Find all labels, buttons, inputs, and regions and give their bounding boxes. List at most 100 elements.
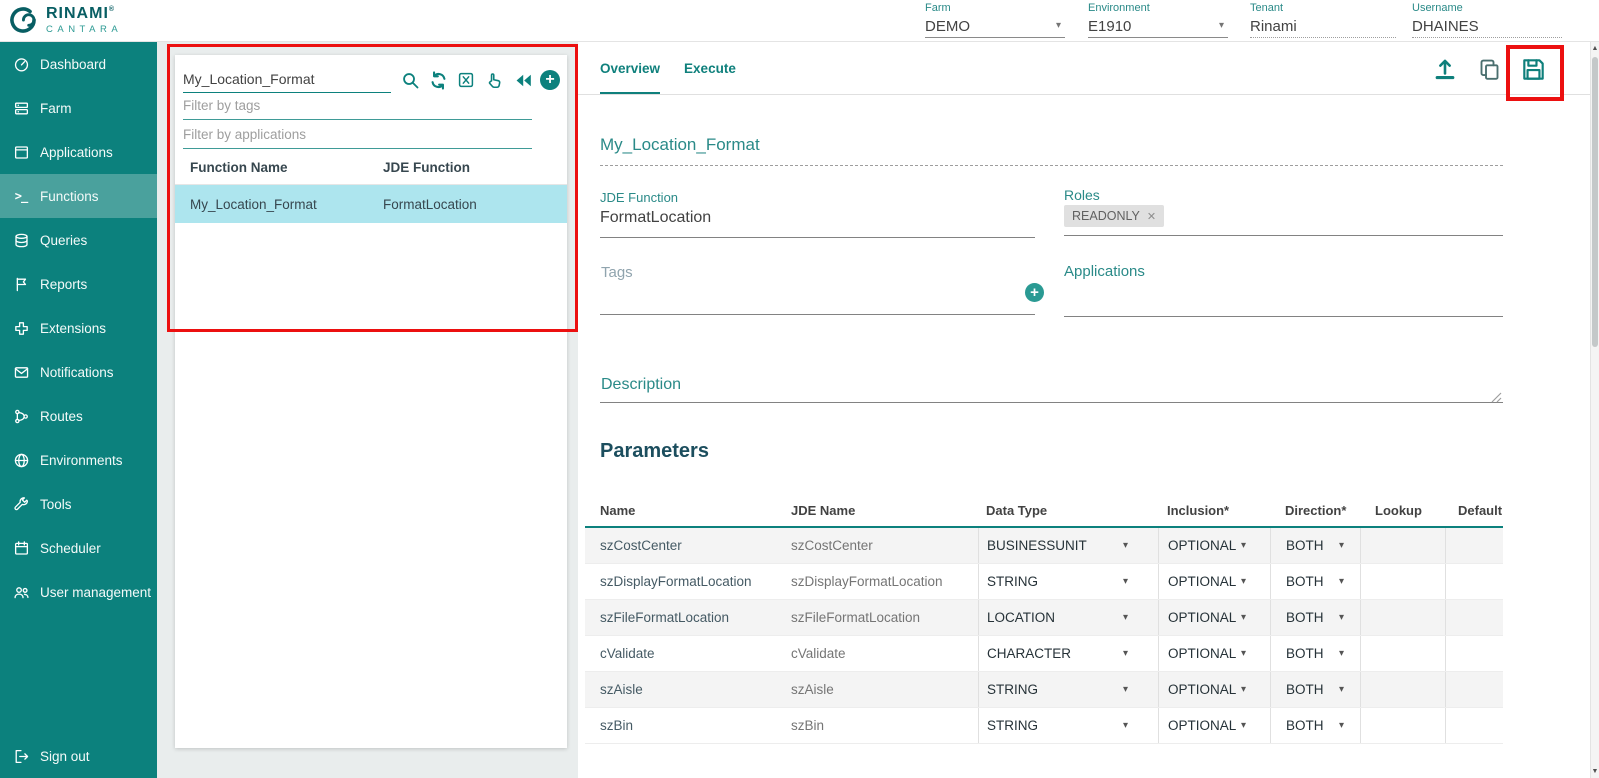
param-name-cell: szAisle [585,672,776,707]
param-default-cell[interactable] [1445,600,1503,635]
parameter-row: szCostCenter szCostCenter BUSINESSUNIT O… [585,528,1503,564]
param-default-cell[interactable] [1445,708,1503,743]
param-lookup-cell[interactable] [1360,708,1445,743]
scrollbar-thumb[interactable] [1592,57,1598,347]
parameters-table: Name JDE Name Data Type Inclusion* Direc… [585,494,1503,744]
param-lookup-cell[interactable] [1360,528,1445,563]
username-value: DHAINES [1412,18,1562,35]
param-data-type-select[interactable]: STRING [978,708,1158,743]
applications-input-underline[interactable] [1064,295,1503,317]
param-jde-name-cell: szFileFormatLocation [776,600,978,635]
farm-select[interactable]: Farm DEMO [925,2,1065,38]
param-jde-name-cell: szAisle [776,672,978,707]
param-direction-select[interactable]: BOTH [1270,672,1360,707]
main-panel: Overview Execute My_Location_Format JDE … [578,42,1590,778]
tags-input-underline[interactable] [600,293,1035,315]
param-direction-select[interactable]: BOTH [1270,564,1360,599]
param-direction-select[interactable]: BOTH [1270,528,1360,563]
param-name-cell: szBin [585,708,776,743]
param-default-cell[interactable] [1445,636,1503,671]
param-default-cell[interactable] [1445,528,1503,563]
upload-button[interactable] [1431,55,1459,83]
overview-content: My_Location_Format JDE Function FormatLo… [578,95,1590,778]
sidebar-item-applications[interactable]: Applications [0,130,157,174]
hand-pointer-button[interactable] [483,69,505,91]
param-lookup-cell[interactable] [1360,564,1445,599]
chevron-down-icon [1339,612,1344,623]
vertical-scrollbar[interactable]: ▲ ▼ [1590,42,1599,778]
parameter-row: szBin szBin STRING OPTIONAL BOTH [585,708,1503,744]
sidebar-item-queries[interactable]: Queries [0,218,157,262]
parameters-heading: Parameters [600,440,709,463]
sidebar-item-reports[interactable]: Reports [0,262,157,306]
param-inclusion-select[interactable]: OPTIONAL [1158,600,1270,635]
plus-icon: + [540,70,560,90]
column-function-name: Function Name [190,160,383,175]
excel-export-button[interactable] [455,69,477,91]
roles-input-underline[interactable] [1064,214,1503,236]
param-direction-select[interactable]: BOTH [1270,708,1360,743]
database-icon [12,231,30,249]
brand-name: RINAMI® [46,6,122,22]
col-default: Default [1445,503,1503,518]
sidebar-item-routes[interactable]: Routes [0,394,157,438]
param-inclusion-select[interactable]: OPTIONAL [1158,708,1270,743]
sidebar-item-dashboard[interactable]: Dashboard [0,42,157,86]
function-search-input[interactable] [183,69,391,93]
param-direction-select[interactable]: BOTH [1270,636,1360,671]
textarea-resize-handle[interactable] [1491,390,1502,401]
parameter-row: szAisle szAisle STRING OPTIONAL BOTH [585,672,1503,708]
description-input-underline[interactable] [600,381,1503,403]
chevron-down-icon [1123,720,1128,731]
add-function-button[interactable]: + [539,69,561,91]
parameter-row: szFileFormatLocation szFileFormatLocatio… [585,600,1503,636]
brand-subname: CANTARA [46,25,122,35]
copy-button[interactable] [1475,55,1503,83]
param-lookup-cell[interactable] [1360,600,1445,635]
environment-value: E1910 [1088,18,1228,35]
sidebar-item-extensions[interactable]: Extensions [0,306,157,350]
sidebar-item-sign-out[interactable]: Sign out [0,734,157,778]
scroll-down-icon[interactable]: ▼ [1591,765,1599,778]
search-button[interactable] [399,69,421,91]
environment-select[interactable]: Environment E1910 [1088,2,1228,38]
sidebar-item-environments[interactable]: Environments [0,438,157,482]
tab-overview[interactable]: Overview [600,42,660,94]
param-inclusion-select[interactable]: OPTIONAL [1158,672,1270,707]
param-default-cell[interactable] [1445,672,1503,707]
sidebar-item-farm[interactable]: Farm [0,86,157,130]
sidebar-item-scheduler[interactable]: Scheduler [0,526,157,570]
param-data-type-select[interactable]: STRING [978,672,1158,707]
param-inclusion-select[interactable]: OPTIONAL [1158,528,1270,563]
username-label: Username [1412,2,1562,14]
rewind-icon[interactable] [511,69,533,91]
environment-label: Environment [1088,2,1228,14]
param-data-type-select[interactable]: CHARACTER [978,636,1158,671]
column-jde-function: JDE Function [383,160,567,175]
scroll-up-icon[interactable]: ▲ [1591,42,1599,55]
sidebar-item-tools[interactable]: Tools [0,482,157,526]
param-inclusion-select[interactable]: OPTIONAL [1158,636,1270,671]
calendar-icon [12,539,30,557]
param-lookup-cell[interactable] [1360,636,1445,671]
sidebar-item-functions[interactable]: >_ Functions [0,174,157,218]
param-default-cell[interactable] [1445,564,1503,599]
username-field: Username DHAINES [1412,2,1562,38]
refresh-button[interactable] [427,69,449,91]
chevron-down-icon [1241,612,1246,623]
filter-by-applications-input[interactable] [183,124,532,149]
param-data-type-select[interactable]: BUSINESSUNIT [978,528,1158,563]
tab-execute[interactable]: Execute [684,42,736,94]
filter-by-tags-input[interactable] [183,95,532,120]
param-direction-select[interactable]: BOTH [1270,600,1360,635]
function-list-row[interactable]: My_Location_Format FormatLocation [175,185,567,223]
save-button[interactable] [1519,55,1547,83]
param-data-type-select[interactable]: LOCATION [978,600,1158,635]
param-lookup-cell[interactable] [1360,672,1445,707]
sidebar-item-user-management[interactable]: User management [0,570,157,614]
sidebar-item-notifications[interactable]: Notifications [0,350,157,394]
application-window-icon [12,143,30,161]
param-data-type-select[interactable]: STRING [978,564,1158,599]
param-inclusion-select[interactable]: OPTIONAL [1158,564,1270,599]
parameters-table-header: Name JDE Name Data Type Inclusion* Direc… [585,494,1503,528]
